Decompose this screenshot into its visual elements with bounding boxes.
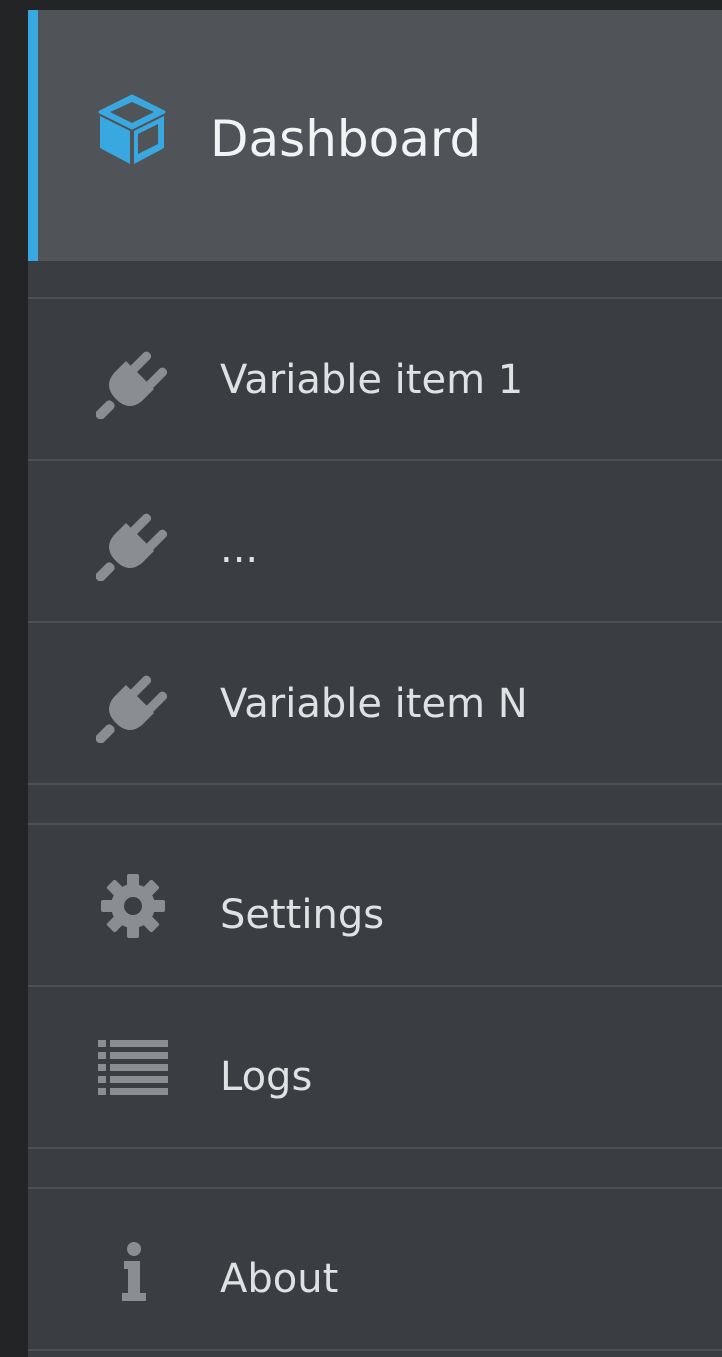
sidebar-item-label: Variable item N (220, 681, 528, 727)
divider (28, 1349, 722, 1351)
sidebar-item-label: Dashboard (210, 110, 482, 168)
sidebar-item-variable-1[interactable]: Variable item 1 (28, 299, 722, 459)
sidebar-item-label: About (220, 1256, 339, 1302)
active-indicator (28, 10, 38, 261)
sidebar-item-label: Variable item 1 (220, 357, 524, 403)
cube-icon (94, 92, 170, 168)
plug-icon (96, 507, 170, 581)
sidebar-item-settings[interactable]: Settings (28, 825, 722, 985)
sidebar-item-variable-n[interactable]: Variable item N (28, 623, 722, 783)
list-icon (96, 1031, 170, 1105)
sidebar-item-label: Settings (220, 892, 385, 938)
plug-icon (96, 345, 170, 419)
plug-icon (96, 669, 170, 743)
info-icon (96, 1233, 170, 1307)
divider (28, 783, 722, 785)
sidebar-item-dashboard[interactable]: Dashboard (28, 10, 722, 261)
sidebar-item-logs[interactable]: Logs (28, 987, 722, 1147)
sidebar-item-about[interactable]: About (28, 1189, 722, 1349)
sidebar-item-variable-ellipsis[interactable]: ... (28, 461, 722, 621)
gear-icon (96, 869, 170, 943)
app-frame: Dashboard Variable item 1 ... Variable i… (0, 0, 722, 1357)
sidebar: Dashboard Variable item 1 ... Variable i… (28, 10, 722, 1357)
sidebar-item-label: Logs (220, 1054, 313, 1100)
divider (28, 1147, 722, 1149)
sidebar-item-label: ... (220, 526, 259, 572)
